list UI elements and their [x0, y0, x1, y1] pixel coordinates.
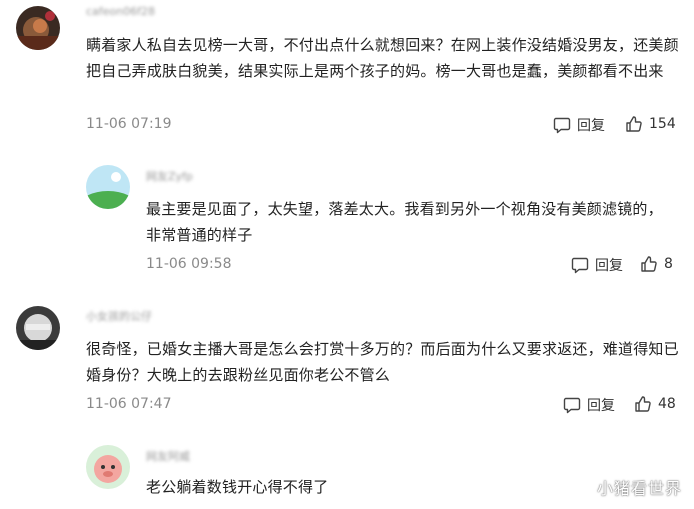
- comment-icon: [553, 117, 571, 134]
- username[interactable]: 小女孩的公仔: [86, 308, 152, 323]
- reply-button[interactable]: 回复: [553, 115, 605, 135]
- reply-label: 回复: [587, 398, 615, 414]
- like-count: 8: [664, 256, 673, 272]
- avatar[interactable]: [86, 445, 130, 489]
- reply-label: 回复: [595, 258, 623, 274]
- thumbs-up-icon: [641, 256, 657, 272]
- reply-label: 回复: [577, 118, 605, 134]
- comment-text: 老公躺着数钱开心得不得了: [146, 478, 329, 496]
- like-count: 48: [658, 396, 676, 412]
- reply-button[interactable]: 回复: [563, 395, 615, 415]
- avatar[interactable]: [16, 306, 60, 350]
- comment-time: 11-06 07:19: [86, 116, 172, 132]
- like-button[interactable]: 8: [640, 255, 673, 273]
- comment-icon: [563, 397, 581, 414]
- comment-time: 11-06 07:47: [86, 396, 172, 412]
- comment-icon: [571, 257, 589, 274]
- avatar[interactable]: [16, 6, 60, 50]
- watermark: 小猪看世界: [596, 479, 682, 498]
- thumbs-up-icon: [635, 396, 651, 412]
- username[interactable]: 网友阿威: [146, 448, 190, 463]
- comment-text: 最主要是见面了，太失望，落差太大。我看到另外一个视角没有美颜滤镜的，非常普通的样…: [146, 200, 663, 244]
- username[interactable]: cafeon06f28: [86, 5, 155, 19]
- comment-time: 11-06 09:58: [146, 256, 232, 272]
- like-count: 154: [649, 116, 676, 132]
- like-button[interactable]: 154: [625, 115, 676, 133]
- thumbs-up-icon: [626, 116, 642, 132]
- avatar[interactable]: [86, 165, 130, 209]
- comment-text: 瞒着家人私自去见榜一大哥，不付出点什么就想回来？在网上装作没结婚没男友，还美颜把…: [86, 36, 679, 80]
- like-button[interactable]: 48: [634, 395, 676, 413]
- username[interactable]: 网友Zyfp: [146, 168, 193, 183]
- comment-text: 很奇怪，已婚女主播大哥是怎么会打赏十多万的？而后面为什么又要求返还，难道得知已婚…: [86, 340, 679, 384]
- reply-button[interactable]: 回复: [571, 255, 623, 275]
